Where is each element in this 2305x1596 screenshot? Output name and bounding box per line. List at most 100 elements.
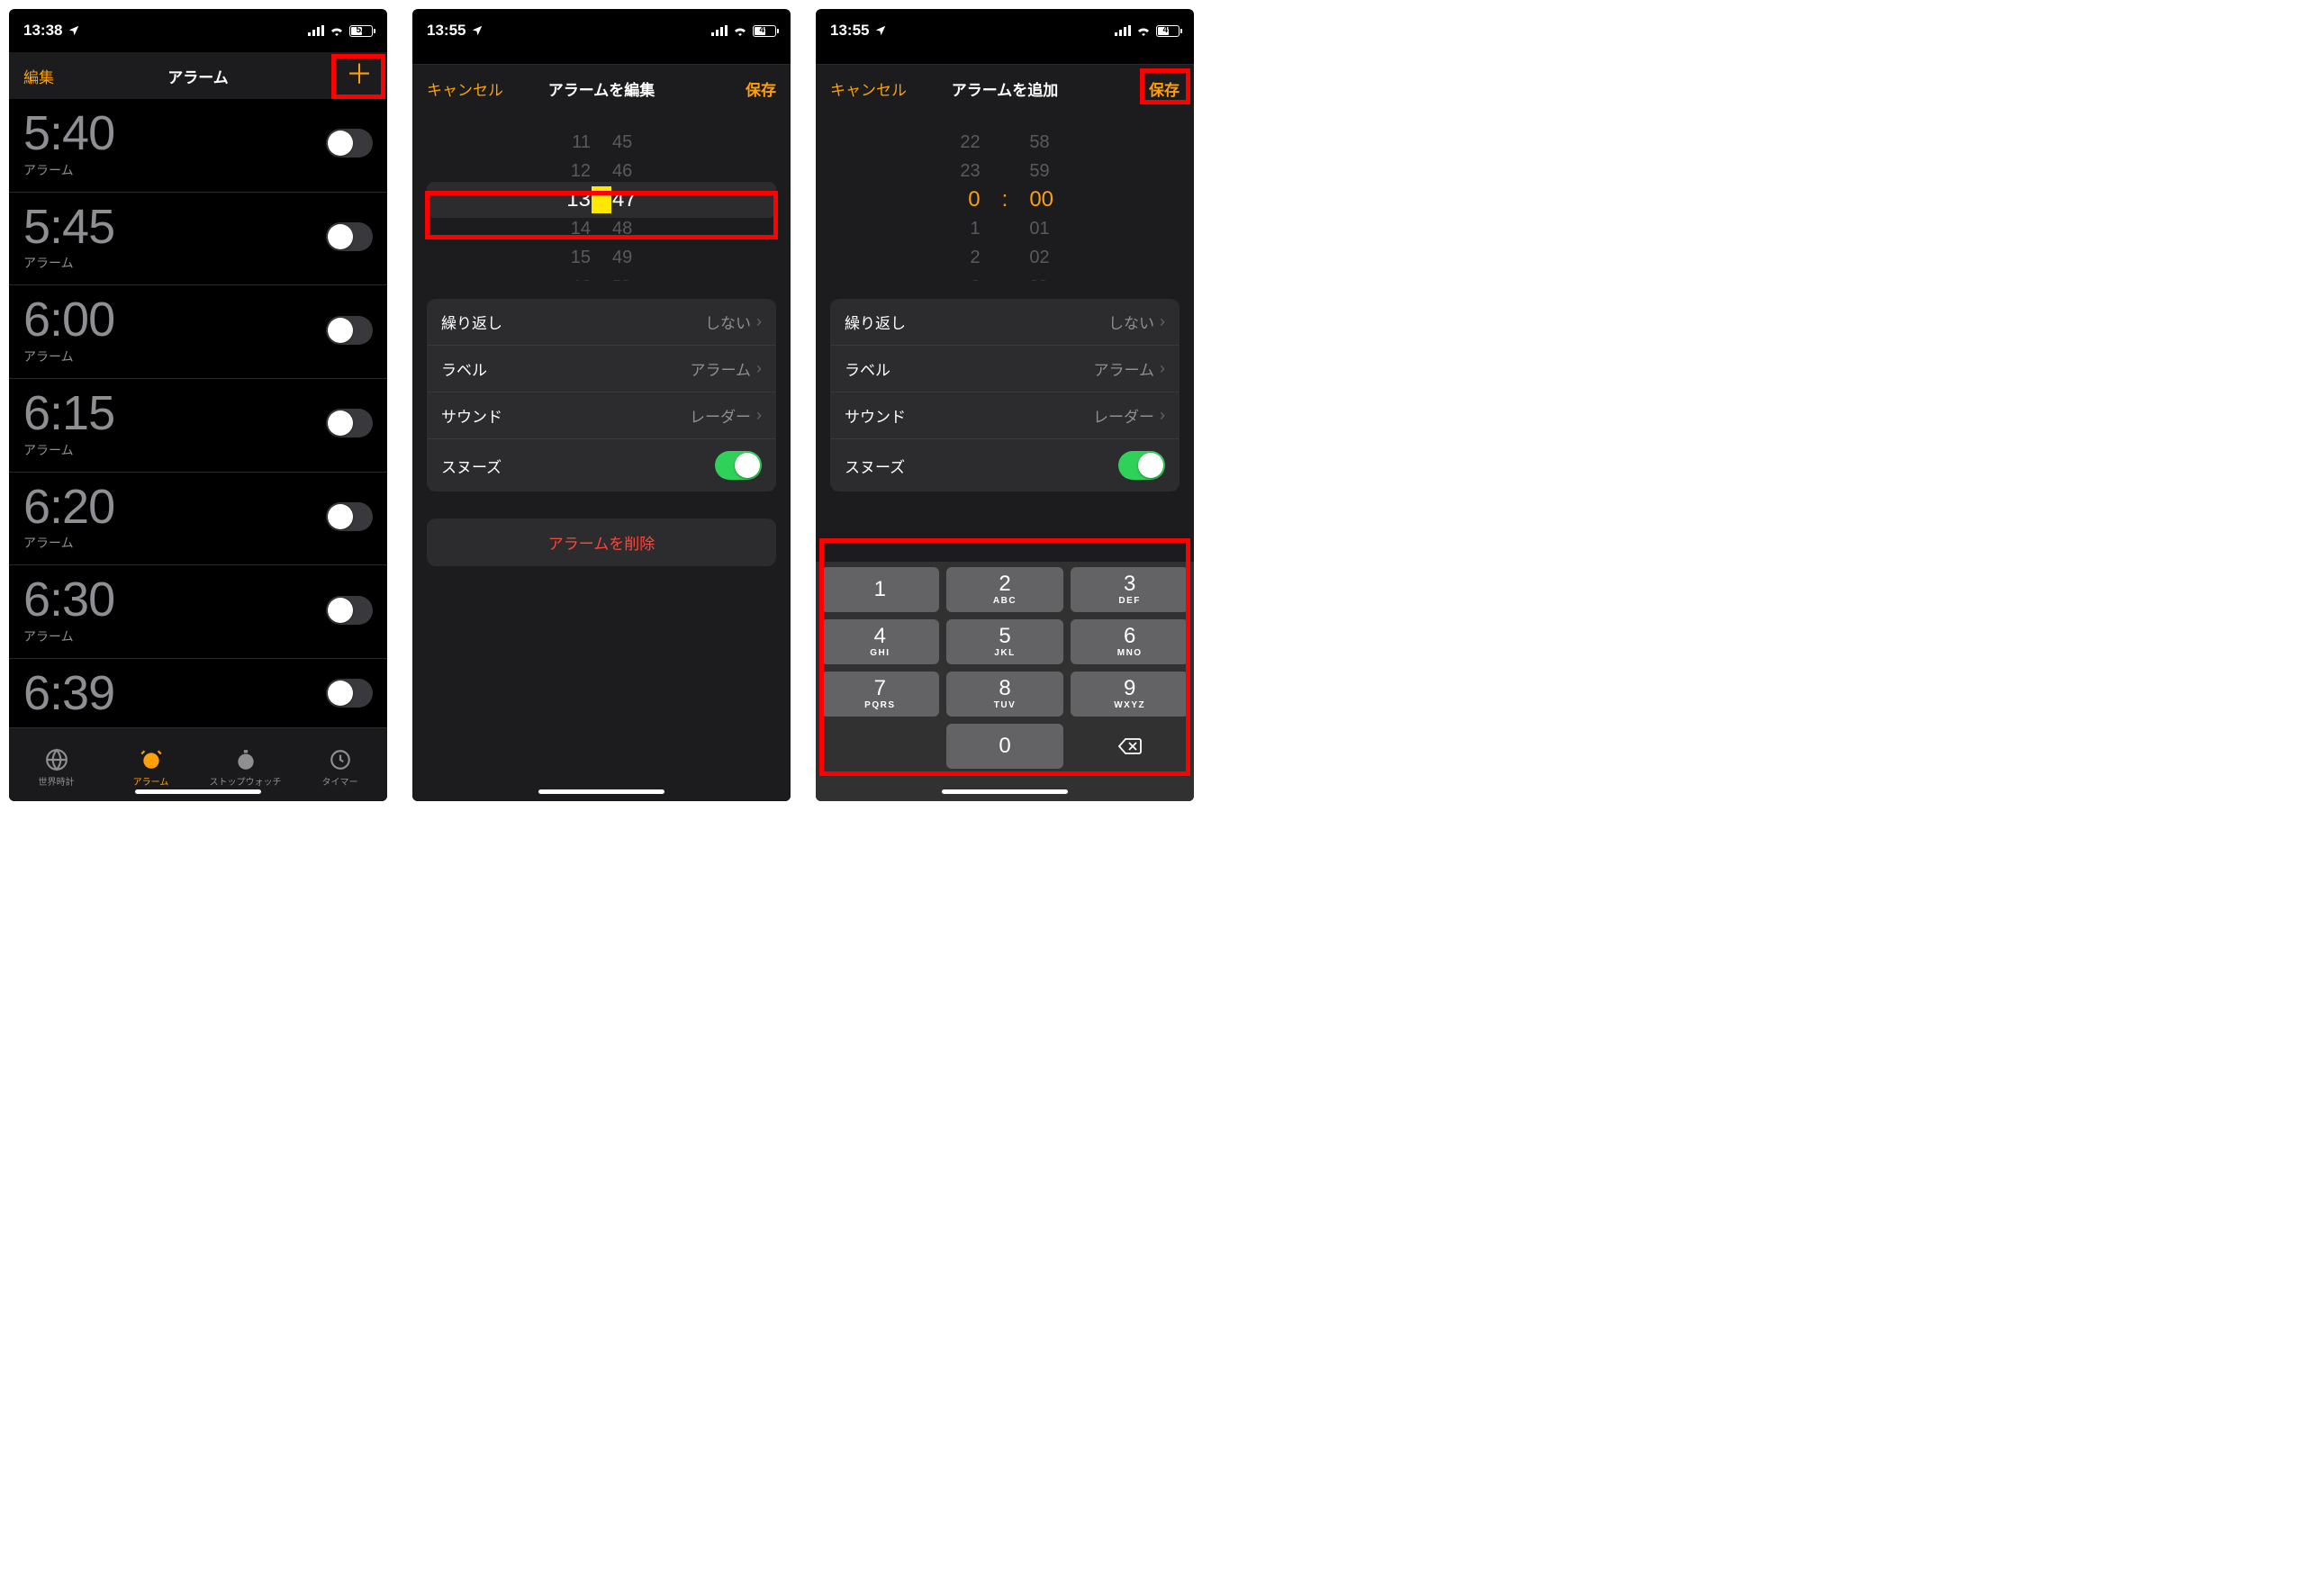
key-blank <box>821 724 939 769</box>
chevron-right-icon: › <box>756 312 762 331</box>
status-time: 13:55 <box>830 22 869 40</box>
chevron-right-icon: › <box>756 406 762 425</box>
wifi-icon <box>1136 25 1151 36</box>
alarm-toggle[interactable] <box>326 316 373 345</box>
edit-button[interactable]: 編集 <box>23 65 54 87</box>
alarm-row[interactable]: 6:15アラーム <box>9 379 387 473</box>
add-alarm-button[interactable]: ＋ <box>346 62 373 89</box>
key-6[interactable]: 6MNO <box>1071 619 1189 664</box>
sheet-navbar: キャンセル アラームを編集 保存 <box>412 65 791 112</box>
time-picker[interactable]: 21 22 23 0 1 2 3 : 57 58 59 00 01 02 03 <box>830 119 1180 281</box>
numeric-keypad: 1 2ABC 3DEF 4GHI 5JKL 6MNO 7PQRS 8TUV 9W… <box>816 562 1194 774</box>
hour-column[interactable]: 10 11 12 13 14 15 16 <box>542 119 591 281</box>
key-4[interactable]: 4GHI <box>821 619 939 664</box>
alarm-label: アラーム <box>23 254 114 272</box>
battery-icon: 49 <box>753 25 776 37</box>
location-icon <box>68 24 80 37</box>
alarm-toggle[interactable] <box>326 222 373 251</box>
key-5[interactable]: 5JKL <box>946 619 1064 664</box>
alarm-toggle[interactable] <box>326 502 373 531</box>
alarm-time: 5:45 <box>23 202 114 253</box>
alarm-toggle[interactable] <box>326 596 373 625</box>
status-time: 13:55 <box>427 22 466 40</box>
alarm-icon <box>140 748 163 771</box>
home-indicator[interactable] <box>942 789 1068 794</box>
alarm-row[interactable]: 5:40 アラーム <box>9 99 387 193</box>
key-3[interactable]: 3DEF <box>1071 567 1189 612</box>
cancel-button[interactable]: キャンセル <box>830 77 907 100</box>
key-8[interactable]: 8TUV <box>946 672 1064 717</box>
key-7[interactable]: 7PQRS <box>821 672 939 717</box>
alarm-time: 6:30 <box>23 574 114 626</box>
alarm-list[interactable]: 5:40アラーム 5:45アラーム 6:00アラーム 6:15アラーム 6:20… <box>9 99 387 727</box>
sound-row[interactable]: サウンド レーダー› <box>830 392 1180 439</box>
screen-alarm-list: 13:38 52 編集 アラーム ＋ 5:40アラーム 5:45アラーム 6:0… <box>9 9 387 801</box>
time-picker[interactable]: 10 11 12 13 14 15 16 44 45 46 47 48 49 5… <box>427 119 776 281</box>
alarm-label: アラーム <box>23 627 114 645</box>
repeat-row[interactable]: 繰り返し しない› <box>427 299 776 346</box>
alarm-label: アラーム <box>23 534 114 552</box>
home-indicator[interactable] <box>135 789 261 794</box>
label-row[interactable]: ラベル アラーム› <box>427 346 776 392</box>
sheet-navbar: キャンセル アラームを追加 保存 <box>816 65 1194 112</box>
alarm-row[interactable]: 6:30アラーム <box>9 565 387 659</box>
status-bar: 13:55 49 <box>816 9 1194 52</box>
snooze-row: スヌーズ <box>427 439 776 491</box>
wifi-icon <box>330 25 344 36</box>
alarm-label: アラーム <box>23 441 114 459</box>
wifi-icon <box>733 25 747 36</box>
timer-icon <box>329 748 352 771</box>
settings-list: 繰り返し しない› ラベル アラーム› サウンド レーダー› スヌーズ <box>830 299 1180 491</box>
save-button[interactable]: 保存 <box>1149 77 1180 100</box>
label-row[interactable]: ラベル アラーム› <box>830 346 1180 392</box>
alarm-toggle[interactable] <box>326 679 373 708</box>
key-2[interactable]: 2ABC <box>946 567 1064 612</box>
key-delete[interactable] <box>1071 724 1189 769</box>
cellular-icon <box>711 25 728 36</box>
alarm-toggle[interactable] <box>326 129 373 158</box>
alarm-row[interactable]: 5:45アラーム <box>9 193 387 286</box>
status-bar: 13:55 49 <box>412 9 791 52</box>
tab-label: ストップウォッチ <box>210 774 282 788</box>
tab-label: 世界時計 <box>39 774 75 788</box>
alarm-row[interactable]: 6:20アラーム <box>9 473 387 566</box>
key-9[interactable]: 9WXYZ <box>1071 672 1189 717</box>
page-title: アラーム <box>9 65 387 87</box>
chevron-right-icon: › <box>1160 406 1165 425</box>
key-0[interactable]: 0 <box>946 724 1064 769</box>
alarm-label: アラーム <box>23 347 114 365</box>
navbar: 編集 アラーム ＋ <box>9 52 387 99</box>
key-1[interactable]: 1 <box>821 567 939 612</box>
sound-row[interactable]: サウンド レーダー› <box>427 392 776 439</box>
cellular-icon <box>308 25 324 36</box>
alarm-time: 6:39 <box>23 668 114 719</box>
snooze-toggle[interactable] <box>1118 451 1165 480</box>
delete-alarm-button[interactable]: アラームを削除 <box>427 518 776 566</box>
alarm-label: アラーム <box>23 161 114 179</box>
location-icon <box>874 24 887 37</box>
snooze-row: スヌーズ <box>830 439 1180 491</box>
alarm-row[interactable]: 6:39 <box>9 659 387 727</box>
cancel-button[interactable]: キャンセル <box>427 77 503 100</box>
alarm-time: 6:20 <box>23 482 114 533</box>
battery-icon: 49 <box>1156 25 1180 37</box>
chevron-right-icon: › <box>1160 312 1165 331</box>
tab-timer[interactable]: タイマー <box>293 728 387 801</box>
battery-icon: 52 <box>349 25 373 37</box>
save-button[interactable]: 保存 <box>746 77 776 100</box>
tab-label: タイマー <box>322 774 358 788</box>
status-bar: 13:38 52 <box>9 9 387 52</box>
location-icon <box>471 24 484 37</box>
home-indicator[interactable] <box>538 789 664 794</box>
hour-column[interactable]: 21 22 23 0 1 2 3 <box>932 119 981 281</box>
minute-column[interactable]: 57 58 59 00 01 02 03 <box>1029 119 1078 281</box>
backspace-icon <box>1117 737 1143 755</box>
chevron-right-icon: › <box>756 359 762 378</box>
alarm-toggle[interactable] <box>326 409 373 437</box>
snooze-toggle[interactable] <box>715 451 762 480</box>
repeat-row[interactable]: 繰り返し しない› <box>830 299 1180 346</box>
alarm-time: 5:40 <box>23 108 114 159</box>
minute-column[interactable]: 44 45 46 47 48 49 50 <box>612 119 661 281</box>
tab-world-clock[interactable]: 世界時計 <box>9 728 104 801</box>
alarm-row[interactable]: 6:00アラーム <box>9 285 387 379</box>
